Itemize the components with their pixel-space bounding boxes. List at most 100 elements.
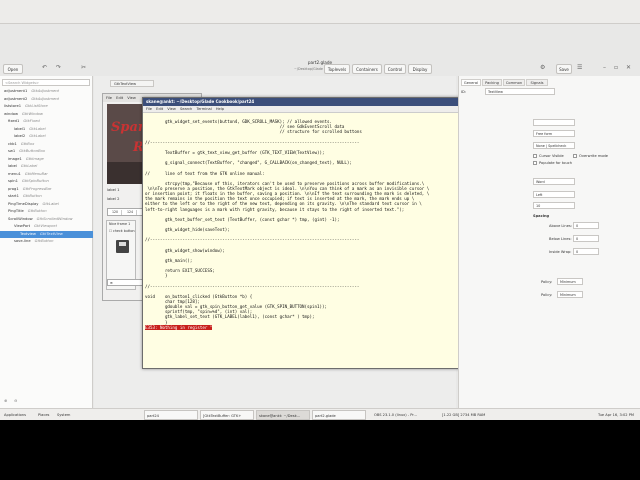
task-glade[interactable]: part2.glade — [312, 410, 366, 420]
tree-row-name: Textview — [20, 231, 36, 236]
tree-row-type: GtkButton — [22, 194, 42, 198]
tree-row-type: GtkProgressBar — [22, 186, 52, 191]
tree-row[interactable]: window GtkWindow — [0, 111, 93, 119]
tree-row[interactable]: liststore1 GtkListStore — [0, 103, 93, 111]
id-field[interactable]: TextView — [485, 88, 555, 95]
task-terminal[interactable]: skane@ankt: ~/Desk... — [256, 410, 310, 420]
tree-row-name: adjustment1 — [4, 89, 28, 93]
tab-packing[interactable]: Packing — [482, 79, 502, 86]
overwrite-checkbox[interactable] — [573, 154, 577, 158]
spin-value-2[interactable]: 124 — [124, 210, 137, 215]
taskbar: Applications Places System part24 [GtkTe… — [0, 408, 640, 420]
tree-row[interactable]: PingTimeDisplay GtkLabel — [0, 201, 93, 209]
widget-search-input[interactable]: <Search Widgets> — [2, 79, 90, 86]
inside-wrap-spin[interactable]: 0 — [573, 248, 599, 255]
task-textbuffer[interactable]: [GtkTextBuffer: GTK+ — [200, 410, 254, 420]
maximize-icon[interactable]: ▫ — [614, 64, 618, 71]
minimize-icon[interactable]: – — [603, 64, 606, 71]
tree-row-type: GtkTextView — [39, 231, 63, 236]
tree-row[interactable]: label2 GtkLabel — [0, 133, 93, 141]
close-icon[interactable]: ✕ — [626, 64, 631, 71]
desktop-screen: Open ↶ ↷ ✂ part2.glade ~/Desktop/Glade C… — [0, 0, 640, 420]
tree-row-name: window — [4, 111, 18, 116]
tree-row[interactable]: ScrollWindow GtkScrolledWindow — [0, 216, 93, 224]
populate-touch-checkbox[interactable] — [533, 161, 537, 165]
tree-row[interactable]: label GtkLabel — [0, 163, 93, 171]
tab-control[interactable]: Control — [384, 64, 406, 74]
preview-label-2[interactable]: label 2 — [107, 197, 119, 201]
remove-icon[interactable]: ⊖ — [14, 398, 17, 403]
add-icon[interactable]: ⊕ — [4, 398, 7, 403]
tree-row[interactable]: adjustment2 GtkAdjustment — [0, 96, 93, 104]
tree-row-name: label — [8, 164, 17, 168]
tree-row[interactable]: spin1 GtkSpinButton — [0, 178, 93, 186]
tab-containers[interactable]: Containers — [352, 64, 382, 74]
vpolicy-select[interactable]: Minimum — [557, 291, 583, 298]
task-part24[interactable]: part24 — [144, 410, 198, 420]
wrap-mode-select[interactable]: Free form — [533, 130, 575, 137]
menu-icon[interactable]: ☰ — [577, 64, 582, 71]
tree-row[interactable]: prog1 GtkProgressBar — [0, 186, 93, 194]
preview-small-control[interactable]: ⊕ — [107, 279, 145, 286]
tree-row-type: GtkListStore — [25, 104, 48, 108]
spelling-select[interactable]: None | Spellcheck — [533, 142, 575, 149]
tree-row-type: GtkBox — [20, 141, 35, 146]
tab-general[interactable]: General — [461, 79, 481, 86]
tree-row[interactable]: start1 GtkButton — [0, 193, 93, 201]
applications-menu[interactable]: Applications — [2, 410, 36, 420]
populate-touch-label: Populate for touch — [539, 161, 572, 165]
cursor-visible-checkbox[interactable] — [533, 154, 537, 158]
tab-width-field[interactable]: 10 — [533, 202, 575, 209]
tab-common[interactable]: Common — [503, 79, 525, 86]
design-tab[interactable]: GtkTextView — [110, 80, 154, 87]
tree-row-type: GtkViewport — [34, 224, 57, 228]
spin-value-1[interactable]: 120 — [109, 210, 122, 215]
preview-menu-file[interactable]: File — [106, 96, 112, 100]
tree-row[interactable]: image1 GtkImage — [0, 156, 93, 164]
term-menu-view[interactable]: View — [167, 107, 176, 111]
overwrite-label: Overwrite mode — [579, 154, 609, 158]
tree-row[interactable]: PingTitle GtkButton — [0, 208, 93, 216]
term-menu-file[interactable]: File — [146, 107, 152, 111]
ram-status: [1.22 GB] 2734 MB RAM — [442, 413, 486, 417]
tree-row-name: PingTimeDisplay — [8, 201, 39, 206]
tree-row-type: GtkLabel — [29, 126, 46, 131]
inspector-icon[interactable]: ⚙ — [540, 64, 545, 71]
above-lines-spin[interactable]: 0 — [573, 222, 599, 229]
tree-row[interactable]: ViewPort GtkViewport — [0, 223, 93, 231]
tab-signals[interactable]: Signals — [526, 79, 548, 86]
save-button[interactable]: Save — [556, 64, 572, 74]
properties-panel: General Packing Common Signals ID: TextV… — [458, 76, 640, 408]
preview-label-1[interactable]: label 1 — [107, 188, 119, 192]
term-menu-terminal[interactable]: Terminal — [197, 107, 212, 111]
places-menu[interactable]: Places — [36, 410, 56, 420]
tree-toolbar: ⊕ ⊖ — [0, 398, 93, 408]
hpolicy-select[interactable]: Minimum — [557, 278, 583, 285]
property-field-1[interactable] — [533, 119, 575, 126]
preview-menu-view[interactable]: View — [127, 96, 136, 100]
tree-row[interactable]: save-line GtkButton — [0, 238, 93, 246]
vim-error-message: E353: Nothing in register " — [145, 324, 213, 330]
system-menu[interactable]: System — [55, 410, 75, 420]
term-menu-search[interactable]: Search — [180, 107, 192, 111]
tree-row[interactable]: Textview GtkTextView — [0, 230, 93, 238]
tree-row-name: menu1 — [8, 171, 21, 176]
wrap-word-select[interactable]: Word — [533, 178, 575, 185]
tree-row[interactable]: menu1 GtkMenuBar — [0, 171, 93, 179]
tree-row-type: GtkAdjustment — [31, 89, 60, 93]
justify-select[interactable]: Left — [533, 191, 575, 198]
tree-row[interactable]: adjustment1 GtkAdjustment — [0, 88, 93, 96]
tab-display[interactable]: Display — [408, 64, 432, 74]
term-menu-help[interactable]: Help — [216, 107, 224, 111]
tab-toplevels[interactable]: Toplevels — [324, 64, 350, 74]
tree-row[interactable]: sw1 GtkButtonBox — [0, 148, 93, 156]
tree-row[interactable]: fixed1 GtkFixed — [0, 118, 93, 126]
tree-row[interactable]: label1 GtkLabel — [0, 126, 93, 134]
term-menu-edit[interactable]: Edit — [156, 107, 163, 111]
tree-row[interactable]: ckb1 GtkBox — [0, 141, 93, 149]
below-lines-spin[interactable]: 0 — [573, 235, 599, 242]
frame-check-button[interactable]: ☐ check button — [109, 229, 135, 233]
preview-menu-edit[interactable]: Edit — [116, 96, 123, 100]
floppy-save-icon[interactable] — [116, 240, 129, 253]
tree-row-type: GtkMenuBar — [24, 171, 48, 176]
